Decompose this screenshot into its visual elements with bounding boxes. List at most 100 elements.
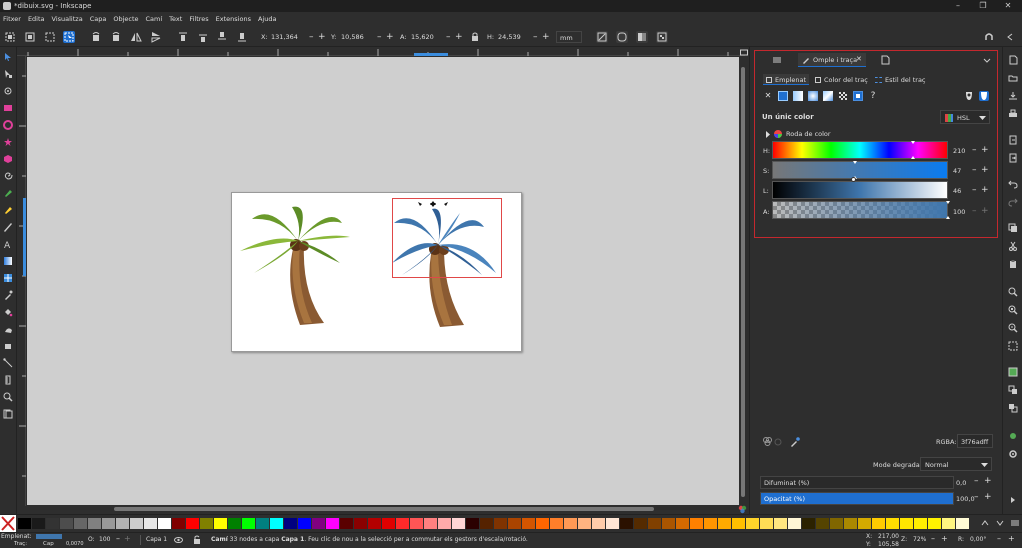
palette-swatch[interactable]	[550, 518, 564, 529]
opacity-value[interactable]: 100,0	[956, 495, 975, 503]
no-paint-icon[interactable]: ✕	[763, 91, 773, 101]
scale-corners-icon[interactable]	[616, 31, 628, 43]
saturation-increment[interactable]: +	[981, 165, 989, 175]
layer-visibility-icon[interactable]	[174, 536, 183, 544]
alpha-slider-knob-top[interactable]	[946, 201, 950, 204]
snap-icon[interactable]	[983, 31, 995, 43]
menu-ajuda[interactable]: Ajuda	[258, 15, 276, 23]
blue-palm-tree[interactable]	[392, 208, 496, 327]
palette-swatch[interactable]	[732, 518, 746, 529]
palette-swatch[interactable]	[452, 518, 466, 529]
blur-value[interactable]: 0,0	[956, 479, 966, 487]
palette-swatch[interactable]	[396, 518, 410, 529]
rotation-increment[interactable]: +	[1008, 534, 1015, 543]
subtab-fill[interactable]: Emplenat	[763, 74, 809, 85]
palette-swatch[interactable]	[326, 518, 340, 529]
fill-rule-evenodd-icon[interactable]	[964, 91, 974, 101]
dock-menu-chevron-icon[interactable]	[982, 55, 992, 65]
opacity-decrement[interactable]: –	[974, 492, 979, 502]
palette-swatch[interactable]	[536, 518, 550, 529]
more-commands-icon[interactable]	[1008, 495, 1018, 505]
x-increment[interactable]: +	[318, 31, 326, 43]
palette-swatch[interactable]	[704, 518, 718, 529]
palette-swatch[interactable]	[858, 518, 872, 529]
pattern-icon[interactable]	[838, 91, 848, 101]
new-document-icon[interactable]	[1008, 55, 1018, 65]
tweak-tool-icon[interactable]	[3, 86, 13, 96]
height-input[interactable]: 24,539	[498, 31, 532, 43]
palette-swatch[interactable]	[760, 518, 774, 529]
height-decrement[interactable]: –	[533, 31, 538, 43]
palette-swatch[interactable]	[578, 518, 592, 529]
palette-swatch[interactable]	[214, 518, 228, 529]
lower-icon[interactable]	[216, 31, 228, 43]
vertical-scroll-thumb[interactable]	[741, 67, 745, 497]
eraser-tool-icon[interactable]	[3, 341, 13, 351]
subtab-stroke-paint[interactable]: Color del traç	[815, 74, 868, 84]
mesh-tool-icon[interactable]	[3, 273, 13, 283]
palette-swatch[interactable]	[830, 518, 844, 529]
pen-tool-icon[interactable]	[3, 188, 13, 198]
width-increment[interactable]: +	[455, 31, 463, 43]
palette-swatch[interactable]	[438, 518, 452, 529]
opacity-indicator-increment[interactable]: +	[124, 534, 131, 543]
horizontal-scroll-thumb[interactable]	[114, 507, 654, 511]
palette-swatch[interactable]	[368, 518, 382, 529]
palette-swatch[interactable]	[172, 518, 186, 529]
horizontal-scrollbar[interactable]	[27, 505, 739, 513]
select-all-layers-icon[interactable]	[24, 31, 36, 43]
opacity-indicator-value[interactable]: 100	[99, 536, 110, 543]
save-icon[interactable]	[1008, 91, 1018, 101]
document-props-tab-icon[interactable]	[880, 55, 890, 65]
palette-swatch[interactable]	[410, 518, 424, 529]
rectangle-tool-icon[interactable]	[3, 103, 13, 113]
palette-swatch[interactable]	[466, 518, 480, 529]
color-manage-icon[interactable]	[738, 505, 748, 514]
palette-scroll-up-icon[interactable]	[980, 518, 990, 528]
saturation-slider[interactable]	[772, 161, 948, 179]
fill-stroke-tab[interactable]: Omple i traça ✕	[798, 53, 866, 67]
rgba-input[interactable]: 3f76adff	[957, 434, 993, 448]
blur-increment[interactable]: +	[984, 476, 992, 486]
palette-swatch[interactable]	[144, 518, 158, 529]
unset-paint-icon[interactable]: ?	[868, 91, 878, 101]
unit-select[interactable]: mm	[556, 31, 582, 43]
document-page[interactable]	[231, 192, 522, 352]
paint-bucket-tool-icon[interactable]	[3, 307, 13, 317]
star-tool-icon[interactable]	[3, 137, 13, 147]
dropper-tool-icon[interactable]	[3, 290, 13, 300]
blur-decrement[interactable]: –	[974, 476, 979, 486]
palette-swatch[interactable]	[298, 518, 312, 529]
palette-swatch[interactable]	[382, 518, 396, 529]
preferences-icon[interactable]	[1008, 449, 1018, 459]
flip-horizontal-icon[interactable]	[130, 31, 142, 43]
palette-swatch[interactable]	[676, 518, 690, 529]
y-decrement[interactable]: –	[377, 31, 382, 43]
ellipse-tool-icon[interactable]	[3, 120, 13, 130]
3d-box-tool-icon[interactable]	[3, 154, 13, 164]
radial-gradient-icon[interactable]	[808, 91, 818, 101]
palette-swatch[interactable]	[46, 518, 60, 529]
rotation-decrement[interactable]: –	[997, 534, 1001, 543]
palette-swatch[interactable]	[228, 518, 242, 529]
flat-color-icon[interactable]	[778, 91, 788, 101]
y-increment[interactable]: +	[386, 31, 394, 43]
palette-swatch[interactable]	[690, 518, 704, 529]
zoom-decrement[interactable]: –	[931, 534, 935, 543]
opacity-indicator-decrement[interactable]: –	[116, 534, 120, 543]
alpha-increment[interactable]: +	[981, 206, 989, 216]
saturation-decrement[interactable]: –	[972, 165, 977, 175]
green-palm-tree[interactable]	[240, 206, 350, 325]
zoom-page-icon[interactable]	[1008, 323, 1018, 333]
palette-swatch[interactable]	[74, 518, 88, 529]
canvas-display-icon[interactable]	[740, 49, 748, 57]
rotate-ccw-icon[interactable]	[90, 31, 102, 43]
hue-slider-knob-top[interactable]	[910, 141, 915, 144]
stroke-indicator-value[interactable]: Cap	[43, 541, 54, 547]
opacity-slider[interactable]: Opacitat (%)	[760, 492, 954, 505]
snap-menu-icon[interactable]	[1004, 31, 1016, 43]
lightness-decrement[interactable]: –	[972, 185, 977, 195]
palette-swatch[interactable]	[480, 518, 494, 529]
palette-swatch[interactable]	[60, 518, 74, 529]
ungroup-icon[interactable]	[1008, 385, 1018, 395]
